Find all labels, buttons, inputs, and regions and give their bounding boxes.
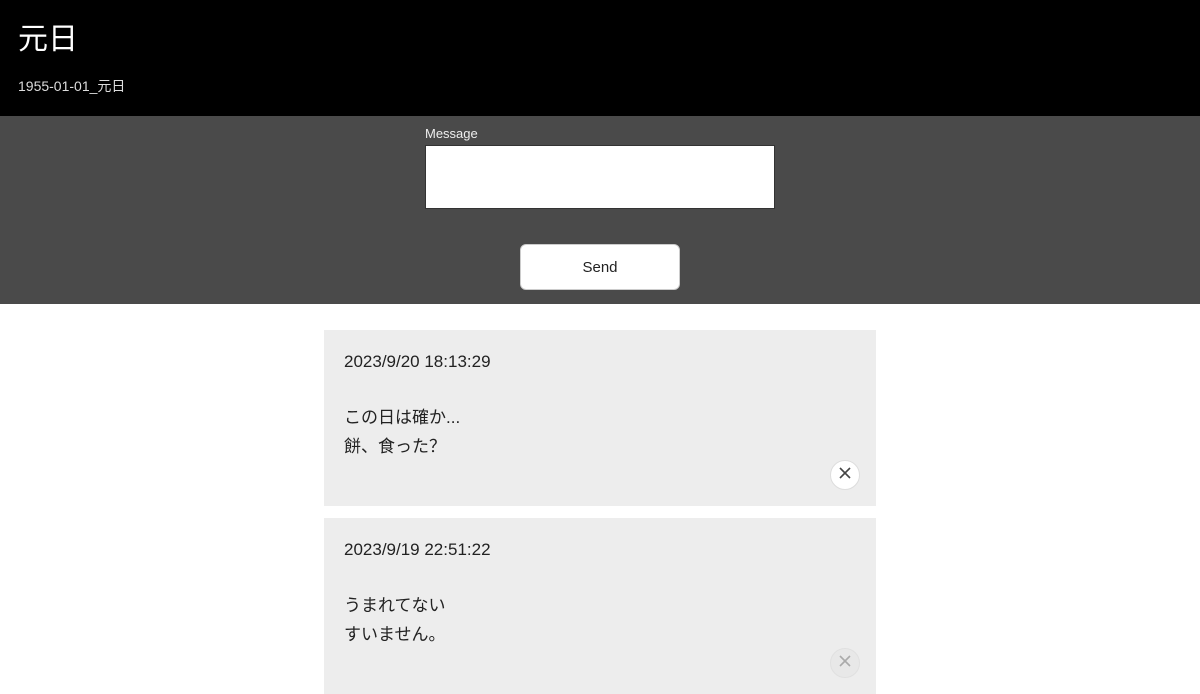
message-body: この日は確か... 餅、食った？ bbox=[344, 404, 856, 462]
message-input[interactable] bbox=[425, 145, 775, 209]
message-label: Message bbox=[425, 126, 775, 141]
delete-button[interactable] bbox=[830, 648, 860, 678]
message-body: うまれてない すいません。 bbox=[344, 592, 856, 650]
compose-panel: Message Send bbox=[0, 116, 1200, 304]
send-button[interactable]: Send bbox=[520, 244, 680, 290]
message-timestamp: 2023/9/20 18:13:29 bbox=[344, 352, 856, 372]
page-subtitle: 1955-01-01_元日 bbox=[18, 76, 1182, 96]
close-icon bbox=[839, 655, 851, 670]
message-timestamp: 2023/9/19 22:51:22 bbox=[344, 540, 856, 560]
page-title: 元日 bbox=[18, 14, 1182, 58]
message-feed: 2023/9/20 18:13:29 この日は確か... 餅、食った？ 2023… bbox=[0, 304, 1200, 694]
page-header: 元日 1955-01-01_元日 bbox=[0, 0, 1200, 116]
delete-button[interactable] bbox=[830, 460, 860, 490]
close-icon bbox=[839, 467, 851, 482]
message-card: 2023/9/20 18:13:29 この日は確か... 餅、食った？ bbox=[324, 330, 876, 506]
message-card: 2023/9/19 22:51:22 うまれてない すいません。 bbox=[324, 518, 876, 694]
